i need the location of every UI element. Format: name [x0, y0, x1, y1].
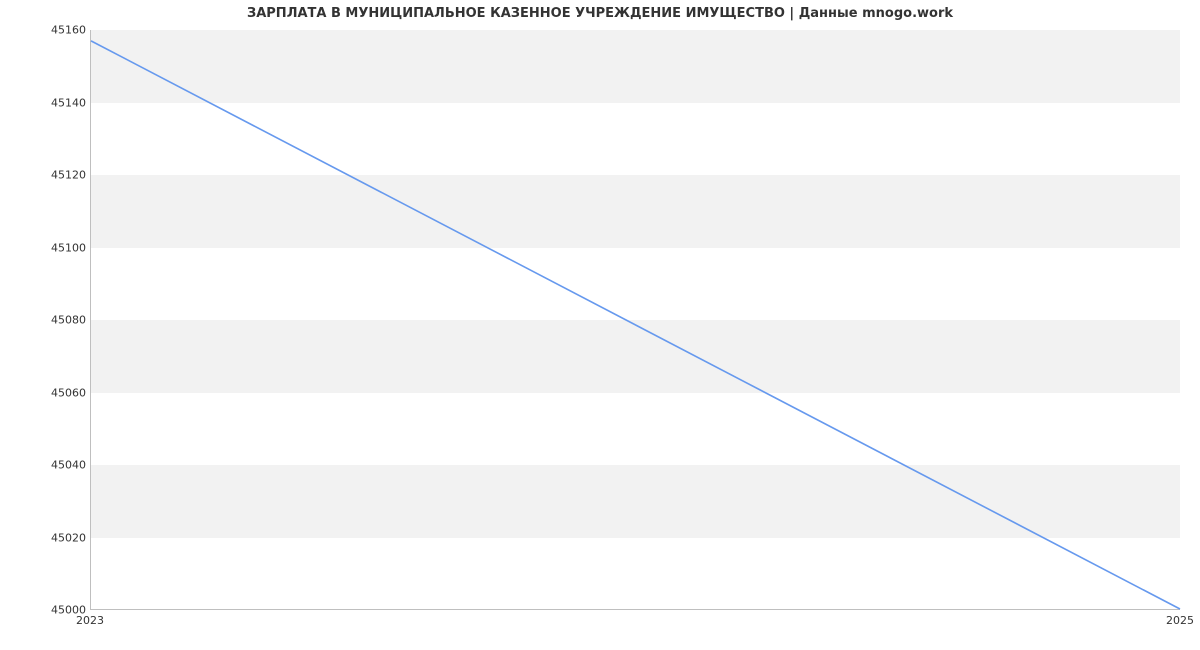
y-tick-label: 45060 — [6, 386, 86, 399]
x-tick-label: 2025 — [1166, 614, 1194, 627]
line-layer — [91, 30, 1180, 609]
plot-area — [90, 30, 1180, 610]
y-tick-label: 45000 — [6, 604, 86, 617]
chart-container: ЗАРПЛАТА В МУНИЦИПАЛЬНОЕ КАЗЕННОЕ УЧРЕЖД… — [0, 0, 1200, 650]
y-tick-label: 45020 — [6, 531, 86, 544]
x-tick-label: 2023 — [76, 614, 104, 627]
y-tick-label: 45080 — [6, 314, 86, 327]
chart-title: ЗАРПЛАТА В МУНИЦИПАЛЬНОЕ КАЗЕННОЕ УЧРЕЖД… — [0, 6, 1200, 21]
series-line-salary — [91, 41, 1180, 609]
y-tick-label: 45140 — [6, 96, 86, 109]
y-tick-label: 45040 — [6, 459, 86, 472]
y-tick-label: 45160 — [6, 24, 86, 37]
y-tick-label: 45120 — [6, 169, 86, 182]
y-tick-label: 45100 — [6, 241, 86, 254]
